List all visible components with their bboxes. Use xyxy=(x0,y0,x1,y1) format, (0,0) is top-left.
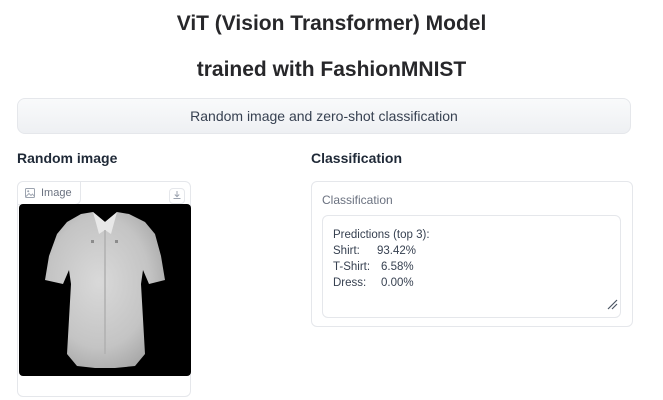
predictions-header: Predictions (top 3): xyxy=(333,229,430,241)
prediction-label: Shirt: xyxy=(333,245,360,257)
classification-textbox[interactable]: Predictions (top 3): Shirt: 93.42% T-Shi… xyxy=(322,215,621,318)
prediction-value: 6.58% xyxy=(381,261,414,273)
prediction-label: Dress: xyxy=(333,277,367,289)
image-label-tag: Image xyxy=(18,182,81,205)
resize-handle-icon[interactable] xyxy=(606,298,618,315)
random-image-heading: Random image xyxy=(17,150,118,166)
prediction-row: Dress: 0.00% xyxy=(333,275,610,291)
image-icon xyxy=(25,188,35,198)
image-tag-label: Image xyxy=(41,187,72,199)
image-output-panel: Image xyxy=(17,181,191,397)
page-title: ViT (Vision Transformer) Model xyxy=(176,12,487,35)
prediction-row: T-Shirt: 6.58% xyxy=(333,259,610,275)
classification-output-panel: Classification Predictions (top 3): Shir… xyxy=(311,181,633,327)
page-subtitle: trained with FashionMNIST xyxy=(196,58,467,81)
classification-heading: Classification xyxy=(311,150,403,166)
app-page: ViT (Vision Transformer) Model trained w… xyxy=(0,0,663,400)
prediction-label: T-Shirt: xyxy=(333,261,371,273)
prediction-value: 93.42% xyxy=(377,245,417,257)
random-classify-button[interactable]: Random image and zero-shot classificatio… xyxy=(17,98,631,134)
prediction-value: 0.00% xyxy=(381,277,414,289)
download-icon xyxy=(172,187,182,205)
classification-field-label: Classification xyxy=(322,193,393,207)
fashion-item-image xyxy=(19,204,191,376)
download-button[interactable] xyxy=(169,188,185,204)
prediction-row: Shirt: 93.42% xyxy=(333,243,610,259)
